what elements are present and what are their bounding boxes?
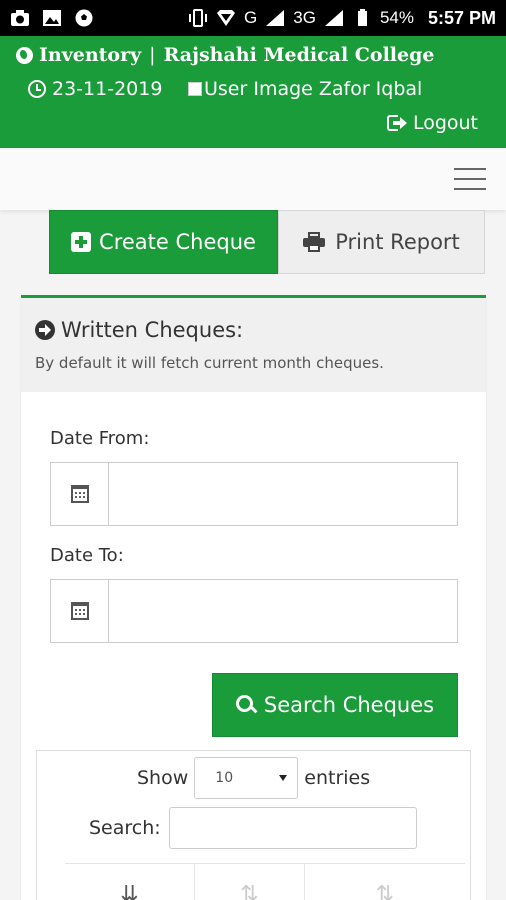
search-cheques-button[interactable]: Search Cheques: [212, 673, 458, 737]
clock-time: 5:57 PM: [427, 7, 496, 28]
globe-icon: [16, 46, 33, 64]
sort-amount-icon: ⇊: [120, 881, 139, 900]
table-header-col-3[interactable]: ⇅: [305, 864, 465, 900]
search-icon: [235, 695, 256, 715]
date-to-field: [50, 579, 458, 643]
entries-selected-value: 10: [215, 770, 234, 786]
table-search-input[interactable]: [168, 807, 417, 849]
print-report-button[interactable]: Print Report: [278, 210, 485, 274]
clock-icon: [28, 80, 46, 98]
table-header-row: ⇊ ⇅ ⇅: [65, 863, 465, 900]
user-info[interactable]: User Image Zafor Iqbal: [188, 78, 422, 100]
user-name: Zafor Iqbal: [318, 78, 423, 100]
dropdown-arrow-icon: [279, 775, 288, 781]
signal-icon: [324, 9, 344, 27]
org-name: Rajshahi Medical College: [163, 44, 435, 66]
navbar: [0, 148, 506, 210]
panel-title: Written Cheques:: [35, 318, 243, 342]
table-header-col-1[interactable]: ⇊: [65, 864, 195, 900]
printer-icon: [303, 232, 326, 252]
vibrate-icon: [188, 9, 208, 27]
entries-label: entries: [304, 767, 371, 789]
panel-subtitle: By default it will fetch current month c…: [35, 354, 384, 372]
show-label: Show: [137, 767, 189, 789]
sort-both-icon: ⇅: [375, 881, 395, 900]
network-3g-label: 3G: [293, 8, 316, 27]
battery-icon: [352, 9, 372, 27]
date-to-label: Date To:: [50, 545, 124, 566]
broken-image-icon: [188, 82, 202, 96]
create-cheque-label: Create Cheque: [99, 230, 256, 254]
written-cheques-panel: Written Cheques: By default it will fetc…: [21, 295, 486, 900]
panel-header: Written Cheques: By default it will fetc…: [21, 298, 486, 392]
app-header: Inventory | Rajshahi Medical College 23-…: [0, 36, 506, 148]
brand-separator: |: [149, 44, 156, 66]
sort-both-icon: ⇅: [240, 881, 259, 900]
date-from-input[interactable]: [109, 463, 457, 525]
soccer-ball-icon: [74, 9, 94, 27]
app-name: Inventory: [39, 44, 142, 66]
brand[interactable]: Inventory | Rajshahi Medical College: [16, 44, 434, 66]
hamburger-menu-icon[interactable]: [454, 168, 486, 190]
plus-square-icon: [71, 232, 92, 252]
current-date: 23-11-2019: [28, 78, 162, 100]
status-bar: G 3G 54% 5:57 PM: [0, 0, 506, 36]
network-g-label: G: [244, 8, 258, 27]
wifi-icon: [216, 9, 236, 27]
print-report-label: Print Report: [335, 230, 460, 254]
search-cheques-label: Search Cheques: [263, 693, 435, 717]
battery-percent: 54%: [379, 8, 414, 27]
date-text: 23-11-2019: [52, 78, 163, 100]
calendar-icon: [70, 602, 89, 620]
sign-out-icon: [386, 114, 407, 132]
date-to-input[interactable]: [109, 580, 457, 642]
user-image-alt: User Image: [204, 78, 313, 100]
table-search-control: Search:: [89, 807, 417, 849]
image-icon: [42, 9, 62, 27]
cheques-table-container: Show 10 entries Search: ⇊ ⇅ ⇅: [36, 750, 471, 900]
date-from-label: Date From:: [50, 428, 150, 449]
panel-title-text: Written Cheques:: [61, 318, 244, 342]
date-from-field: [50, 462, 458, 526]
create-cheque-button[interactable]: Create Cheque: [49, 210, 278, 274]
table-header-col-2[interactable]: ⇅: [195, 864, 305, 900]
camera-icon: [10, 9, 30, 27]
action-button-group: Create Cheque Print Report: [49, 210, 485, 274]
logout-link[interactable]: Logout: [386, 112, 478, 134]
signal-icon: [265, 9, 285, 27]
logout-label: Logout: [412, 112, 478, 134]
arrow-circle-right-icon: [35, 320, 55, 340]
entries-select[interactable]: 10: [194, 757, 299, 799]
date-from-addon[interactable]: [51, 463, 109, 525]
date-to-addon[interactable]: [51, 580, 109, 642]
calendar-icon: [70, 485, 89, 503]
entries-length-control: Show 10 entries: [137, 757, 370, 799]
table-search-label: Search:: [89, 817, 161, 839]
